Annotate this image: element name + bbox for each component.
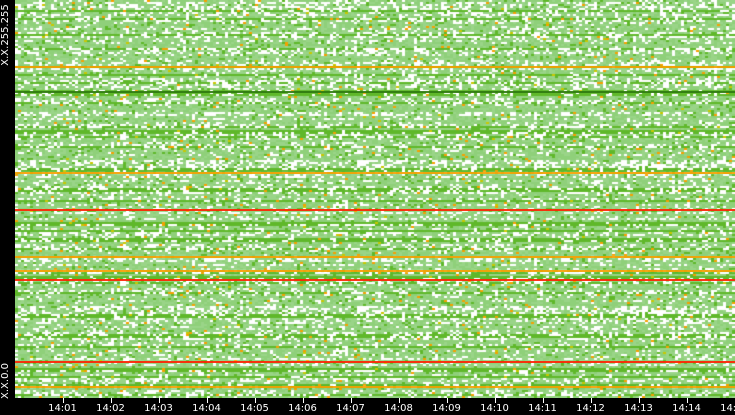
- hot-row-high: [15, 255, 735, 258]
- heatmap-chart: X.X.255.255 X.X.0.0 14:01 14:02 14:03 14:04…: [0, 0, 735, 415]
- x-tick-label: 14:10: [480, 403, 509, 414]
- hot-row-max: [15, 360, 735, 363]
- x-tick-label: 14:12: [576, 403, 605, 414]
- x-tick-label: 14:14: [672, 403, 701, 414]
- x-tick-label: 14:05: [240, 403, 269, 414]
- hot-row-max: [15, 279, 735, 282]
- x-tick-label: 14:09: [432, 403, 461, 414]
- hot-row-dark: [15, 90, 735, 93]
- heatmap-cells: [15, 0, 735, 398]
- x-tick-label: 14:02: [96, 403, 125, 414]
- hot-row-high: [15, 65, 735, 68]
- plot-area: [15, 0, 735, 398]
- x-tick-label: 14:08: [384, 403, 413, 414]
- hot-row-high: [15, 171, 735, 174]
- x-tick-label: 14:13: [624, 403, 653, 414]
- x-tick-label: 14:06: [288, 403, 317, 414]
- y-label-top: X.X.255.255: [0, 4, 11, 66]
- x-tick-label: 14:03: [144, 403, 173, 414]
- x-tick-label: 14:04: [192, 403, 221, 414]
- x-tick-label: 14:07: [336, 403, 365, 414]
- hot-row-high: [15, 270, 735, 273]
- hot-row-max: [15, 209, 735, 212]
- hot-row-high: [15, 385, 735, 388]
- x-tick-label: 14:15: [720, 403, 735, 414]
- y-label-bottom: X.X.0.0: [0, 363, 11, 399]
- x-tick-label: 14:11: [528, 403, 557, 414]
- x-tick-label: 14:01: [48, 403, 77, 414]
